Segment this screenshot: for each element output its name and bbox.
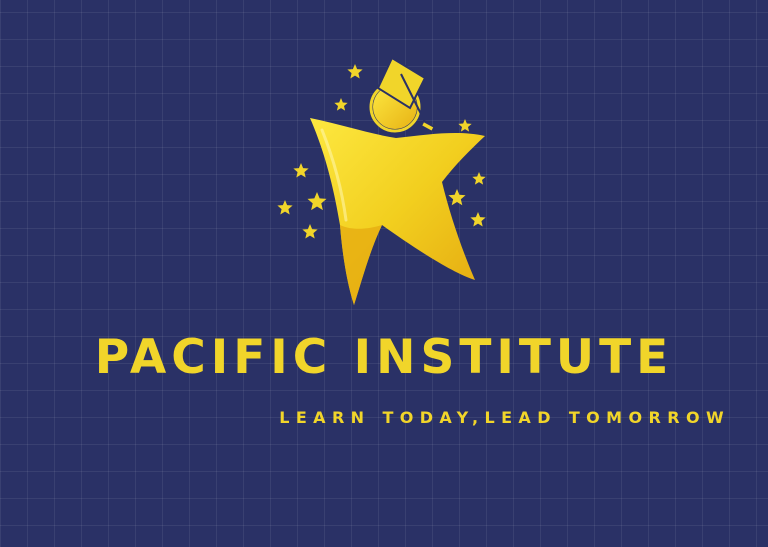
star-icon	[302, 224, 318, 239]
star-icon	[307, 192, 327, 211]
star-icon	[334, 98, 348, 111]
star-icon	[448, 189, 466, 206]
brand-name: PACIFIC INSTITUTE	[0, 318, 768, 398]
star-icon	[277, 200, 293, 215]
star-icon	[293, 163, 309, 178]
tagline: LEARN TODAY,LEAD TOMORROW	[0, 404, 730, 432]
star-icon	[458, 119, 472, 132]
star-icon	[472, 172, 486, 185]
logo-mark	[277, 56, 486, 305]
star-icon	[470, 212, 486, 227]
brand-name-text: PACIFIC INSTITUTE	[94, 330, 674, 385]
star-icon	[347, 64, 363, 79]
tagline-text: LEARN TODAY,LEAD TOMORROW	[279, 408, 730, 427]
star-figure-icon	[310, 118, 485, 305]
